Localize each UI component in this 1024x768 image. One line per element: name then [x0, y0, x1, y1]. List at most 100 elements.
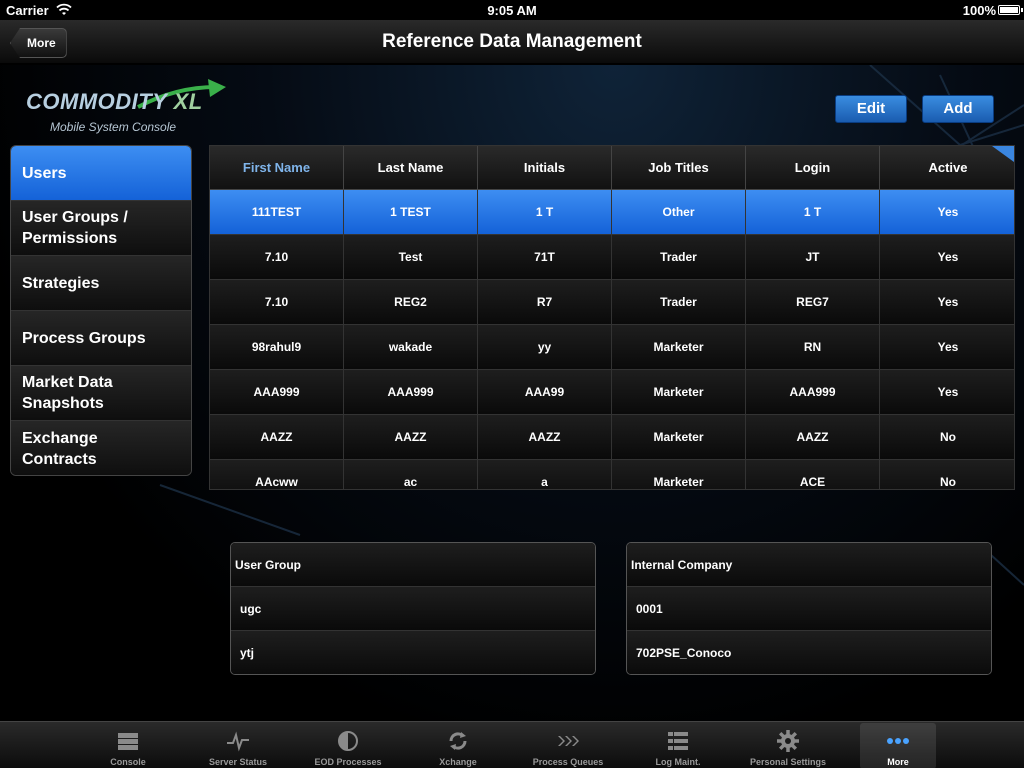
column-header-job-titles[interactable]: Job Titles	[612, 146, 746, 189]
refresh-icon	[449, 732, 467, 750]
logo-subtitle: Mobile System Console	[50, 120, 177, 134]
battery-percent: 100%	[962, 3, 996, 18]
tab-label: Process Queues	[532, 757, 604, 767]
cell-job-title: Marketer	[612, 370, 746, 414]
cell-active: Yes	[937, 250, 959, 264]
cell-first-name: 98rahul9	[210, 325, 344, 369]
list-item[interactable]: 702PSE_Conoco	[627, 631, 991, 674]
cell-active: No	[940, 430, 956, 444]
tab-label: Server Status	[208, 757, 268, 767]
page-title: Reference Data Management	[382, 31, 642, 52]
tab-log-maint[interactable]: Log Maint.	[640, 723, 716, 768]
column-header-last-name[interactable]: Last Name	[344, 146, 478, 189]
cell-first-name: AAZZ	[210, 415, 344, 459]
cell-login: JT	[746, 235, 880, 279]
cell-job-title: Marketer	[612, 325, 746, 369]
sidebar-item-label: User Groups / Permissions	[22, 209, 128, 247]
tab-label: Personal Settings	[750, 757, 827, 767]
column-header-first-name[interactable]: First Name	[210, 146, 344, 189]
cell-job-title: Marketer	[612, 415, 746, 459]
table-row[interactable]: 98rahul9 wakade yy Marketer RN Yes	[210, 325, 1014, 370]
cell-job-title: Other	[612, 190, 746, 234]
add-button[interactable]: Add	[922, 95, 994, 123]
table-row[interactable]: AAcww ac a Marketer ACE No	[210, 460, 1014, 489]
column-header-active[interactable]: Active	[880, 146, 1014, 189]
cell-login: ACE	[746, 460, 880, 489]
cell-last-name: Test	[344, 235, 478, 279]
battery-icon	[998, 5, 1020, 15]
cell-login: AAA999	[746, 370, 880, 414]
users-table: First Name Last Name Initials Job Titles…	[209, 145, 1015, 490]
cell-last-name: 1 TEST	[344, 190, 478, 234]
cell-first-name: AAA999	[210, 370, 344, 414]
cell-active: Yes	[937, 295, 959, 309]
tab-console[interactable]: Console	[90, 723, 166, 768]
tab-label: Xchange	[439, 757, 477, 767]
cell-active: Yes	[937, 340, 959, 354]
more-dots-icon	[887, 738, 909, 744]
main-content: COMMODITY XL Mobile System Console Edit …	[0, 65, 1024, 721]
cell-first-name: 111TEST	[210, 190, 344, 234]
cell-initials: 71T	[478, 235, 612, 279]
cell-initials: a	[478, 460, 612, 489]
cell-initials: AAA99	[478, 370, 612, 414]
cell-initials: 1 T	[478, 190, 612, 234]
tab-process-queues[interactable]: Process Queues	[530, 723, 606, 768]
logo-wordmark: COMMODITY	[26, 89, 167, 114]
internal-company-header: Internal Company	[627, 543, 991, 587]
cell-initials: R7	[478, 280, 612, 324]
sidebar-item-exchange-contracts[interactable]: Exchange Contracts	[11, 421, 191, 475]
cell-initials: AAZZ	[478, 415, 612, 459]
half-circle-icon	[338, 731, 358, 751]
cell-login: AAZZ	[746, 415, 880, 459]
list-item[interactable]: ugc	[231, 587, 595, 631]
table-row[interactable]: 7.10 REG2 R7 Trader REG7 Yes	[210, 280, 1014, 325]
tab-label: More	[887, 757, 909, 767]
sidebar-item-process-groups[interactable]: Process Groups	[11, 311, 191, 366]
tab-eod-processes[interactable]: EOD Processes	[310, 723, 386, 768]
sidebar-item-user-groups[interactable]: User Groups / Permissions	[11, 201, 191, 256]
edit-button[interactable]: Edit	[835, 95, 907, 123]
tab-label: Log Maint.	[655, 757, 701, 767]
tab-more[interactable]: More	[860, 723, 936, 768]
sidebar-item-market-data-snapshots[interactable]: Market Data Snapshots	[11, 366, 191, 421]
cell-first-name: 7.10	[210, 280, 344, 324]
list-icon	[668, 732, 688, 750]
cell-job-title: Marketer	[612, 460, 746, 489]
list-item[interactable]: 0001	[627, 587, 991, 631]
navigation-bar: More Reference Data Management	[0, 20, 1024, 64]
sidebar-item-label: Market Data Snapshots	[22, 374, 113, 412]
sidebar-item-label: Process Groups	[22, 329, 146, 347]
sidebar-item-users[interactable]: Users	[11, 146, 191, 201]
cell-login: REG7	[746, 280, 880, 324]
table-header: First Name Last Name Initials Job Titles…	[210, 146, 1014, 190]
column-header-login[interactable]: Login	[746, 146, 880, 189]
sidebar-item-label: Users	[22, 164, 67, 182]
table-row[interactable]: 7.10 Test 71T Trader JT Yes	[210, 235, 1014, 280]
logo-xl: XL	[173, 89, 203, 114]
commodity-xl-logo: COMMODITY XL Mobile System Console	[26, 77, 226, 137]
cell-initials: yy	[478, 325, 612, 369]
internal-company-panel: Internal Company 0001 702PSE_Conoco	[626, 542, 992, 675]
list-item[interactable]: ytj	[231, 631, 595, 674]
tab-personal-settings[interactable]: Personal Settings	[750, 723, 826, 768]
cell-active: Yes	[937, 205, 959, 219]
sidebar: Users User Groups / Permissions Strategi…	[10, 145, 192, 476]
cell-active: No	[940, 475, 956, 489]
sidebar-item-label: Strategies	[22, 274, 100, 292]
column-header-initials[interactable]: Initials	[478, 146, 612, 189]
table-row[interactable]: AAA999 AAA999 AAA99 Marketer AAA999 Yes	[210, 370, 1014, 415]
sidebar-item-strategies[interactable]: Strategies	[11, 256, 191, 311]
cell-login: 1 T	[746, 190, 880, 234]
cell-last-name: wakade	[344, 325, 478, 369]
cell-job-title: Trader	[612, 235, 746, 279]
tab-xchange[interactable]: Xchange	[420, 723, 496, 768]
tab-server-status[interactable]: Server Status	[200, 723, 276, 768]
table-row[interactable]: AAZZ AAZZ AAZZ Marketer AAZZ No	[210, 415, 1014, 460]
table-row[interactable]: 111TEST 1 TEST 1 T Other 1 T Yes	[210, 190, 1014, 235]
pulse-icon	[227, 731, 249, 752]
console-icon	[118, 733, 138, 750]
cell-job-title: Trader	[612, 280, 746, 324]
chevrons-icon	[558, 736, 579, 746]
tab-label: EOD Processes	[314, 757, 382, 767]
